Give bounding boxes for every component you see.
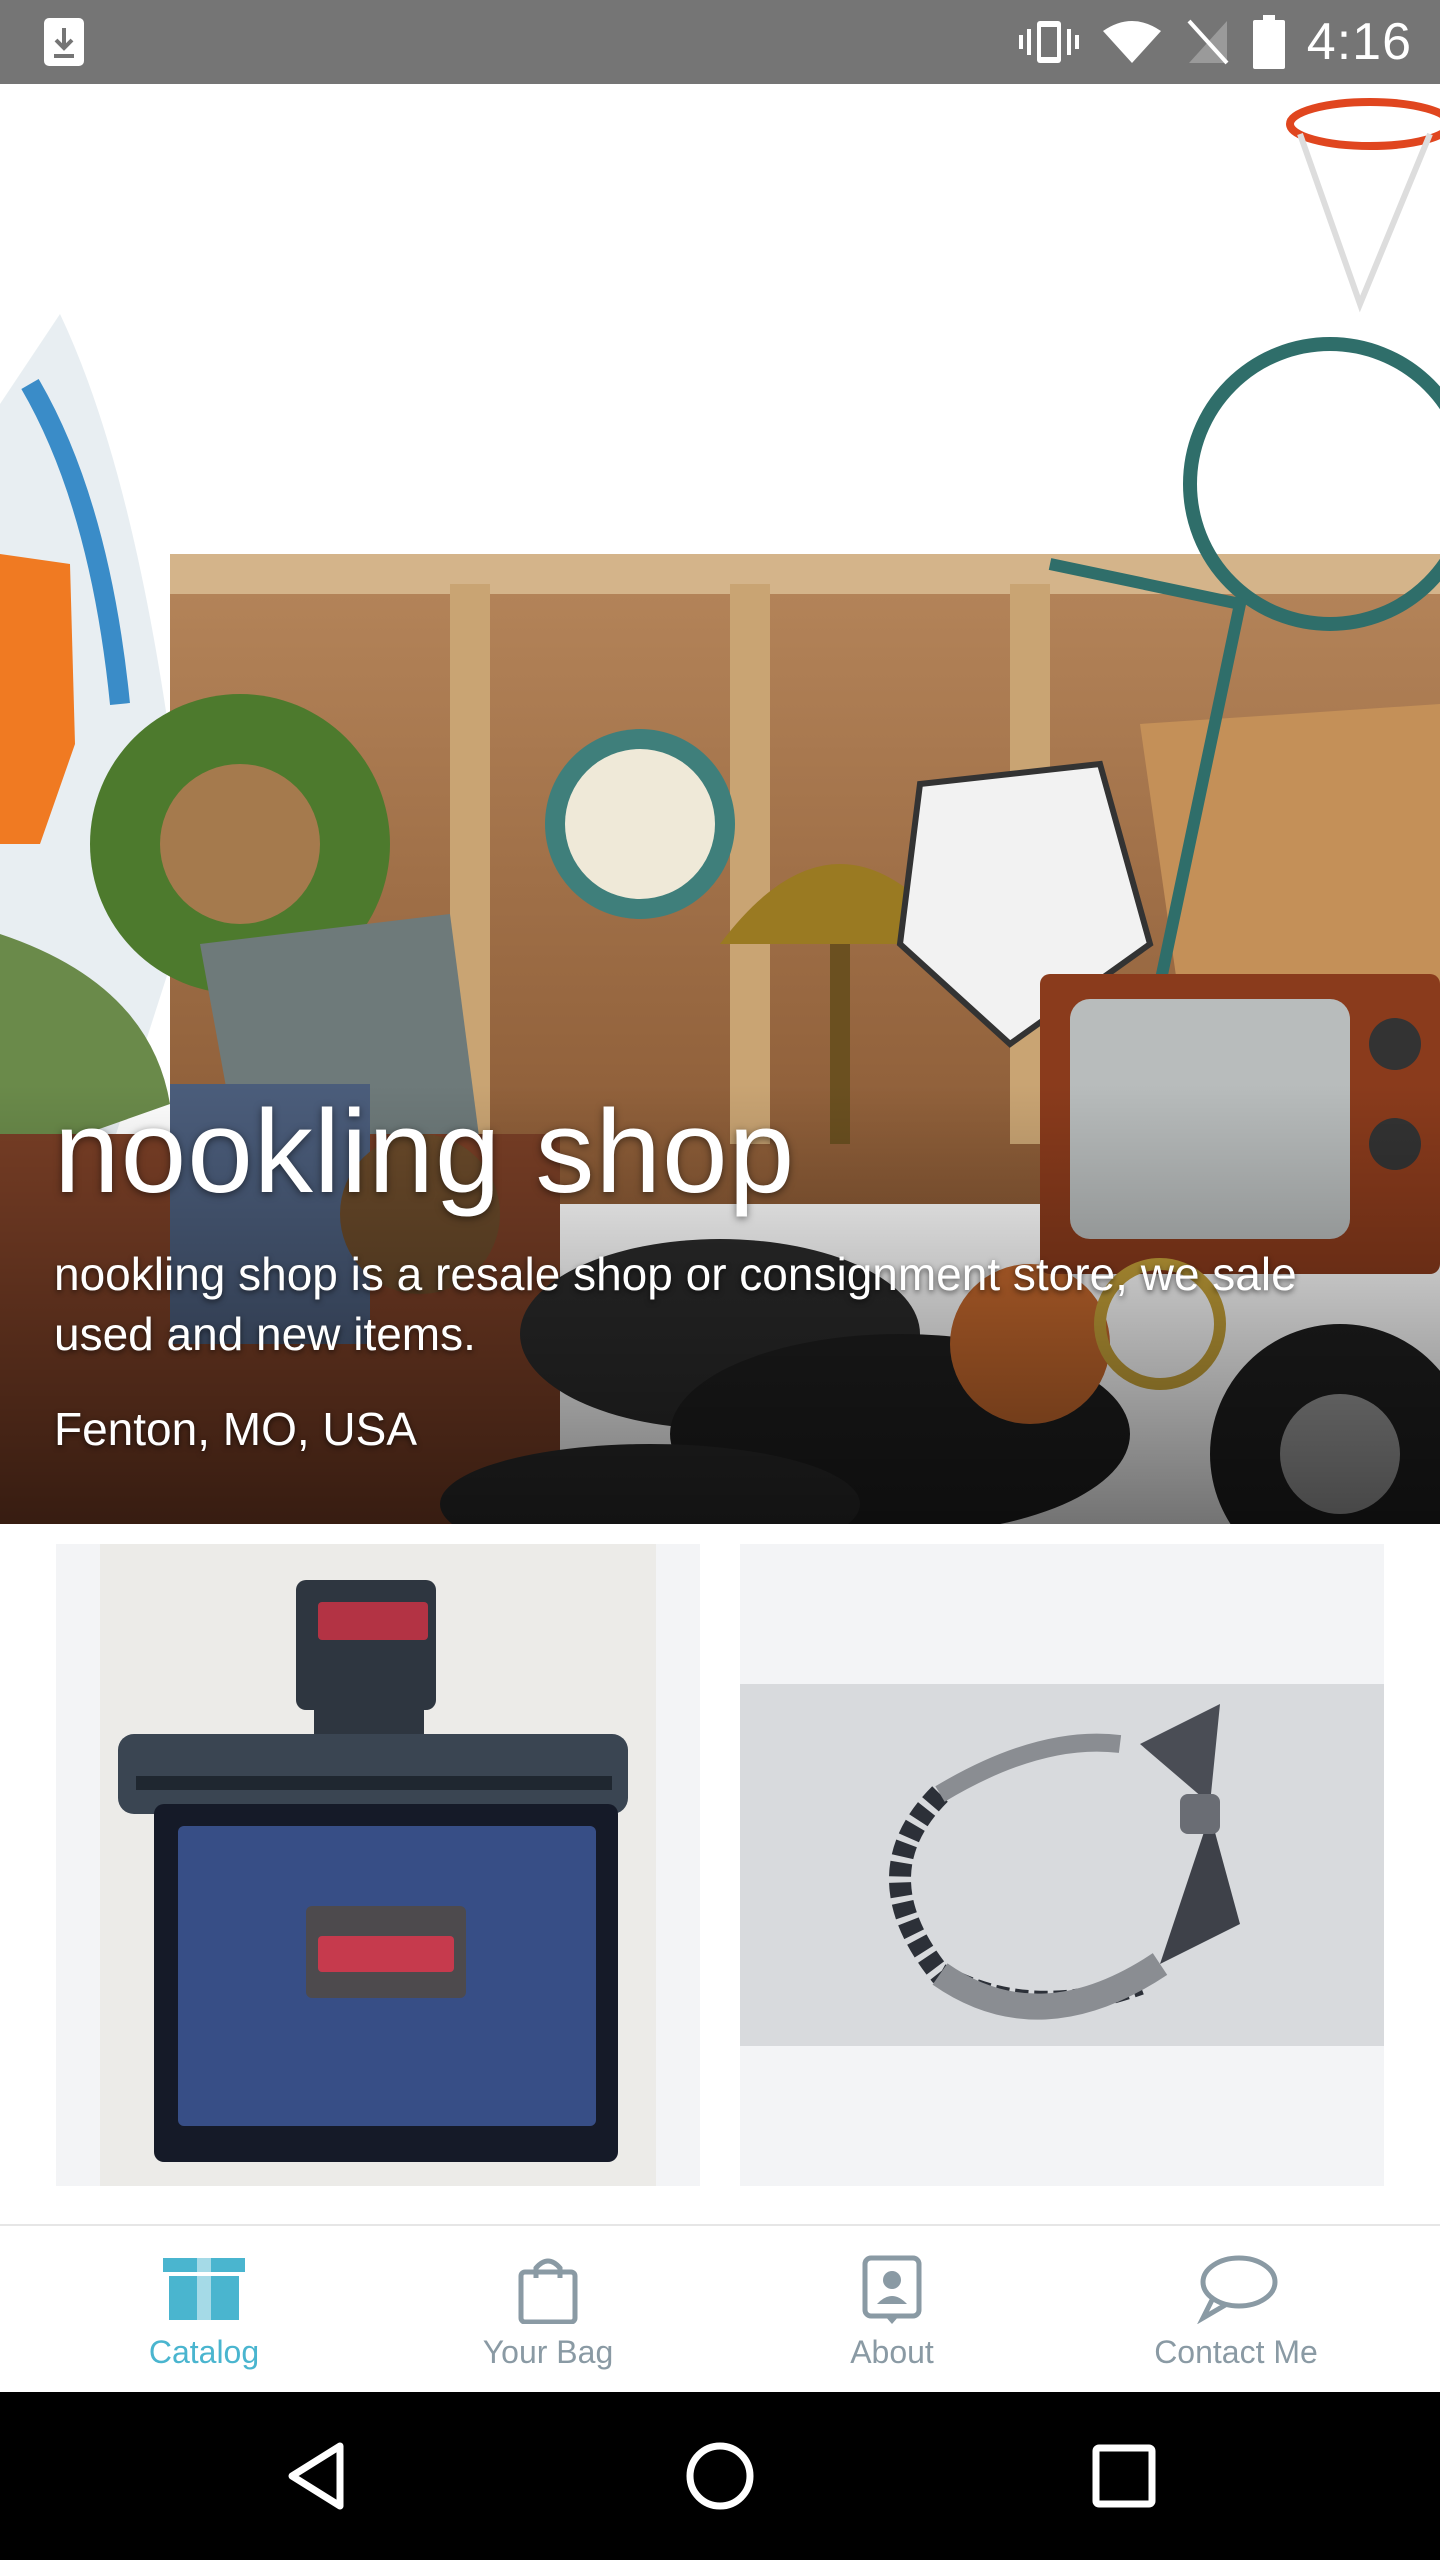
catalog-item-card[interactable] — [740, 1544, 1384, 2186]
wifi-icon — [1102, 21, 1161, 63]
battery-icon — [1252, 15, 1285, 69]
nav-tab-your-bag[interactable]: Your Bag — [368, 2226, 728, 2394]
system-navigation-bar — [0, 2392, 1440, 2560]
download-icon — [44, 18, 84, 66]
recents-icon[interactable] — [1084, 2436, 1164, 2516]
vibrate-icon — [1018, 21, 1079, 63]
shop-title: nookling shop — [54, 1086, 796, 1218]
status-bar: 4:16 — [0, 0, 1440, 84]
box-icon — [163, 2258, 245, 2320]
nav-label-catalog: Catalog — [148, 2334, 260, 2370]
nav-tab-contact-me[interactable]: Contact Me — [1056, 2226, 1416, 2394]
nav-label-contact-me: Contact Me — [1154, 2334, 1318, 2370]
person-card-icon — [862, 2255, 922, 2324]
no-sim-icon — [1187, 19, 1229, 65]
status-time: 4:16 — [1306, 13, 1412, 71]
dickies-wallet-photo — [100, 1544, 656, 2186]
bag-icon — [518, 2258, 578, 2324]
shop-location: Fenton, MO, USA — [54, 1403, 418, 1455]
nav-label-your-bag: Your Bag — [482, 2334, 614, 2370]
hero-banner: nookling shop nookling shop is a resale … — [0, 84, 1440, 1524]
home-icon[interactable] — [680, 2436, 760, 2516]
nav-tab-about[interactable]: About — [712, 2226, 1072, 2394]
bottom-navigation: Catalog Your Bag About Contact Me — [0, 2224, 1440, 2394]
back-icon[interactable] — [276, 2436, 356, 2516]
nav-tab-catalog[interactable]: Catalog — [24, 2226, 384, 2394]
speech-bubble-icon — [1197, 2255, 1278, 2324]
shop-description: nookling shop is a resale shop or consig… — [54, 1248, 1297, 1360]
nav-label-about: About — [850, 2334, 934, 2370]
gray-bow-headband-photo — [740, 1544, 1384, 2186]
catalog-item-card[interactable] — [56, 1544, 700, 2186]
